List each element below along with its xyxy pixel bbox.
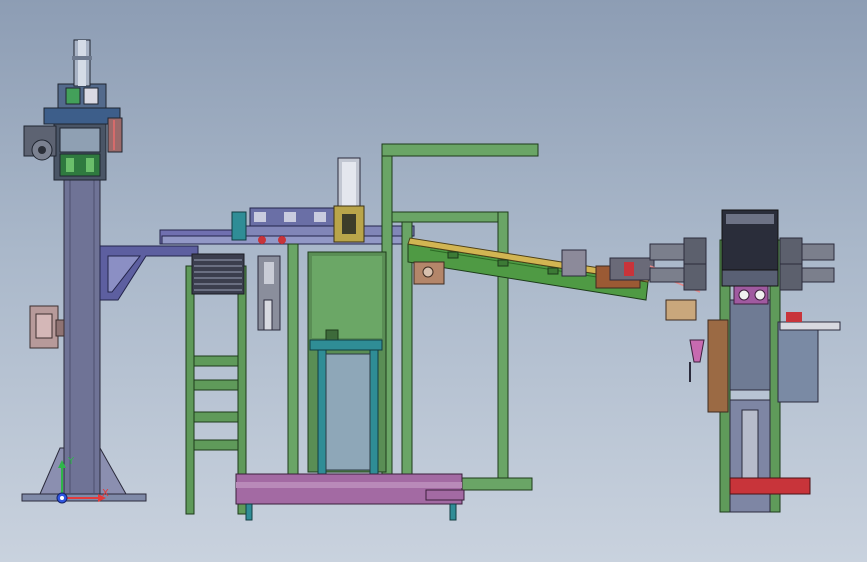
right-tower [649, 209, 841, 513]
main-frame [287, 143, 539, 491]
triad-x-label: X [102, 488, 109, 499]
machine-assembly-drawing [21, 39, 841, 521]
base-platform [235, 473, 465, 521]
triad-y-label: Y [68, 456, 75, 467]
cad-viewport[interactable]: X Y [0, 0, 867, 562]
